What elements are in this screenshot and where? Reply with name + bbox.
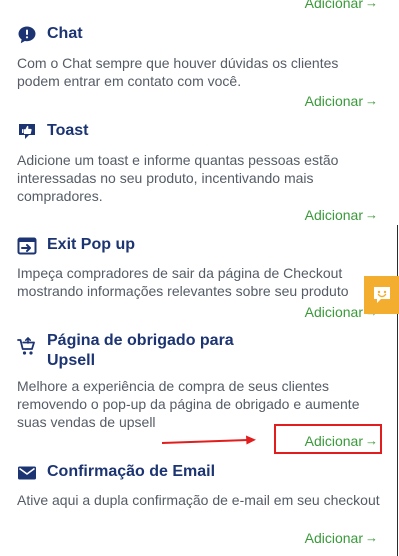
add-chat-link[interactable]: Adicionar → — [305, 93, 378, 109]
add-link-label: Adicionar — [304, 530, 363, 546]
add-link-label: Adicionar — [304, 304, 363, 320]
add-toast-link[interactable]: Adicionar → — [305, 207, 378, 223]
add-email-confirmation-link[interactable]: Adicionar → — [305, 530, 378, 546]
exit-popup-icon — [17, 237, 37, 255]
support-chat-tab[interactable] — [364, 276, 399, 314]
feature-title: Página de obrigado para Upsell — [47, 332, 234, 369]
envelope-icon — [18, 466, 36, 480]
feature-description: Ative aqui a dupla confirmação de e-mail… — [17, 492, 380, 508]
scroll-divider — [397, 225, 398, 556]
feature-title: Toast — [47, 122, 89, 139]
toast-thumbs-up-icon — [19, 124, 35, 139]
add-link-label: Adicionar — [304, 93, 363, 109]
feature-description: Adicione um toast e informe quantas pess… — [17, 152, 339, 204]
annotation-arrow — [162, 435, 256, 445]
smiley-chat-icon — [373, 287, 390, 303]
cart-upsell-icon — [17, 337, 35, 355]
feature-email-confirmation: Confirmação de Email Ative aqui a dupla … — [17, 462, 382, 508]
feature-exit-popup: Exit Pop up Impeça compradores de sair d… — [17, 235, 382, 299]
add-link-label: Adicionar — [304, 207, 363, 223]
arrow-right-icon: → — [365, 207, 378, 222]
annotation-highlight-box — [274, 424, 382, 454]
feature-chat: Chat Com o Chat sempre que houver dúvida… — [17, 24, 382, 89]
feature-description: Melhore a experiência de compra de seus … — [17, 378, 360, 430]
arrow-right-icon: → — [365, 0, 378, 10]
feature-title: Chat — [47, 25, 83, 42]
feature-description: Impeça compradores de sair da página de … — [17, 265, 349, 299]
feature-title: Confirmação de Email — [47, 463, 216, 480]
arrow-right-icon: → — [365, 530, 378, 545]
add-link-label: Adicionar — [304, 0, 363, 11]
feature-upsell-thank-you: Página de obrigado para Upsell Melhore a… — [17, 331, 382, 430]
feature-toast: Toast Adicione um toast e informe quanta… — [17, 121, 382, 204]
feature-title: Exit Pop up — [47, 236, 135, 253]
arrow-right-icon: → — [365, 93, 378, 108]
chat-bubble-exclamation-icon — [18, 26, 36, 44]
features-panel: Adicionar → Chat Com o Chat sempre que h… — [0, 0, 399, 556]
add-link-previous[interactable]: Adicionar → — [305, 0, 378, 11]
feature-description: Com o Chat sempre que houver dúvidas os … — [17, 55, 339, 89]
